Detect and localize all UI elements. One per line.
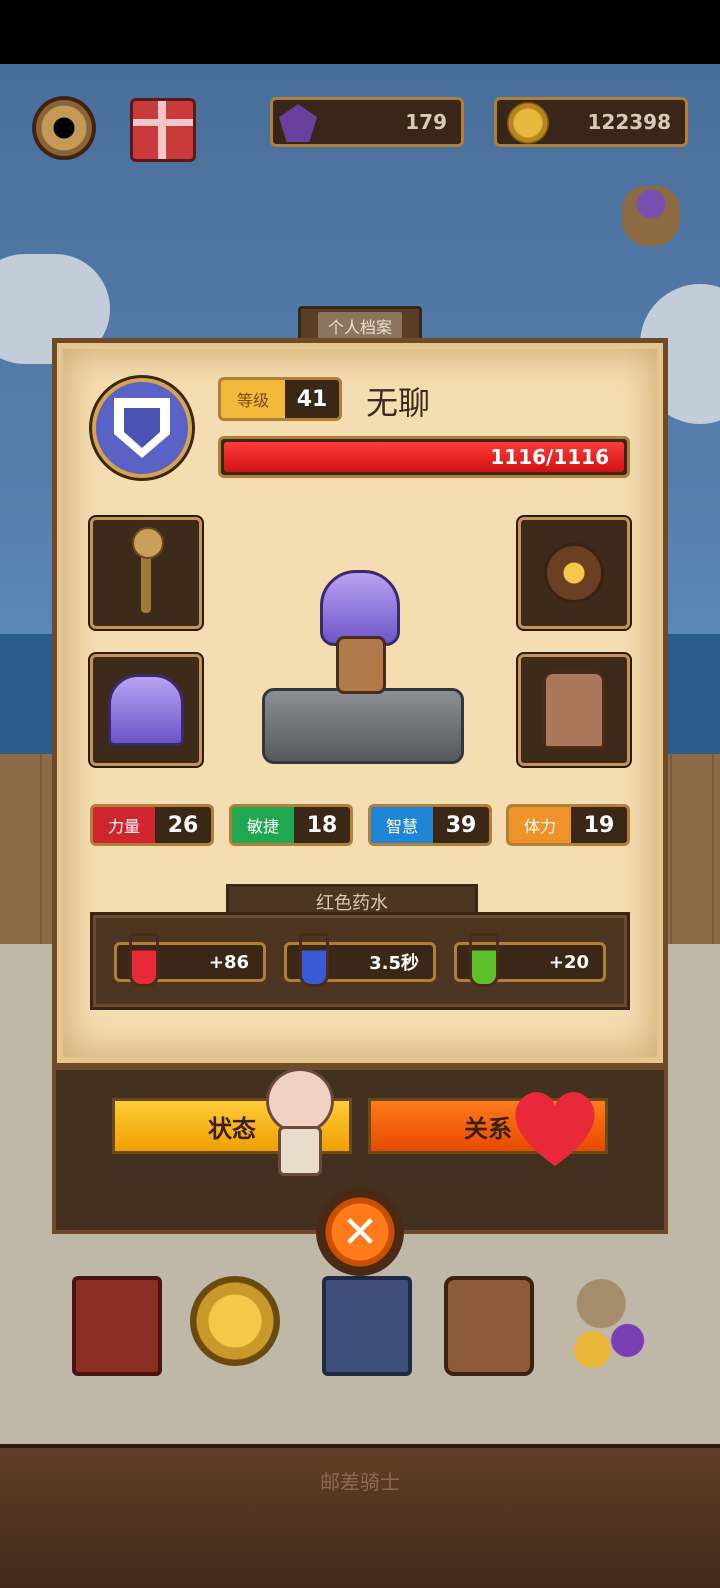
hero-character <box>318 560 400 694</box>
armor-slot[interactable] <box>518 654 630 766</box>
gem-bag-icon[interactable] <box>622 186 680 246</box>
shield-sword-icon <box>114 398 170 458</box>
card-deck-icon[interactable] <box>322 1276 412 1376</box>
stat-value: 39 <box>445 812 477 838</box>
stat-label: 体力 <box>509 807 571 843</box>
accessory-slot[interactable] <box>518 517 630 629</box>
stat-label: 敏捷 <box>232 807 294 843</box>
potion-effect-heal: +86 <box>114 933 266 987</box>
level-label: 等级 <box>221 380 285 418</box>
stat-label: 力量 <box>93 807 155 843</box>
settings-gear-icon[interactable] <box>32 96 96 160</box>
stat-value: 26 <box>167 812 199 838</box>
helmet-icon <box>108 674 184 746</box>
level-badge: 等级 41 <box>218 377 342 421</box>
profile-tab: 个人档案 <box>298 306 422 342</box>
stat-label: 智慧 <box>371 807 433 843</box>
star-medal-icon[interactable] <box>190 1276 280 1366</box>
level-value: 41 <box>296 386 328 412</box>
class-emblem <box>92 378 192 478</box>
npc-girl-character <box>262 1068 334 1176</box>
gem-counter[interactable]: 179 <box>270 97 464 147</box>
treasure-loot-icon[interactable] <box>566 1276 654 1368</box>
stat-stamina: 体力 19 <box>506 804 630 846</box>
leather-armor-icon <box>543 671 605 749</box>
mace-icon <box>132 527 164 613</box>
stat-wisdom: 智慧 39 <box>368 804 492 846</box>
player-name: 无聊 <box>366 384 431 422</box>
helmet-slot[interactable] <box>90 654 202 766</box>
potion-effect-defense: +20 <box>454 933 606 987</box>
status-bar <box>0 0 720 64</box>
gold-coin-icon <box>507 102 549 144</box>
green-armor-potion-icon <box>469 933 499 987</box>
blue-hourglass-potion-icon <box>299 933 329 987</box>
footer-title: 邮差骑士 <box>320 1470 400 1494</box>
gem-count: 179 <box>405 110 447 134</box>
winged-amulet-icon <box>544 543 604 603</box>
stat-agility: 敏捷 18 <box>229 804 353 846</box>
purple-gem-icon <box>279 104 317 142</box>
backpack-potion-icon[interactable] <box>444 1276 534 1376</box>
gold-counter[interactable]: 122398 <box>494 97 688 147</box>
stat-value: 18 <box>306 812 338 838</box>
gold-count: 122398 <box>587 110 672 134</box>
weapon-slot[interactable] <box>90 517 202 629</box>
close-button[interactable]: ✕ <box>316 1188 404 1276</box>
stat-strength: 力量 26 <box>90 804 214 846</box>
stat-value: 19 <box>583 812 615 838</box>
hp-text: 1116/1116 <box>490 445 609 469</box>
red-heart-potion-icon <box>129 933 159 987</box>
journal-book-icon[interactable] <box>72 1276 162 1376</box>
potion-effect-duration: 3.5秒 <box>284 933 436 987</box>
stone-pedestal <box>262 688 464 764</box>
gift-box-icon[interactable] <box>130 98 196 162</box>
profile-tab-label: 个人档案 <box>317 311 402 340</box>
hp-bar: 1116/1116 <box>218 436 630 478</box>
